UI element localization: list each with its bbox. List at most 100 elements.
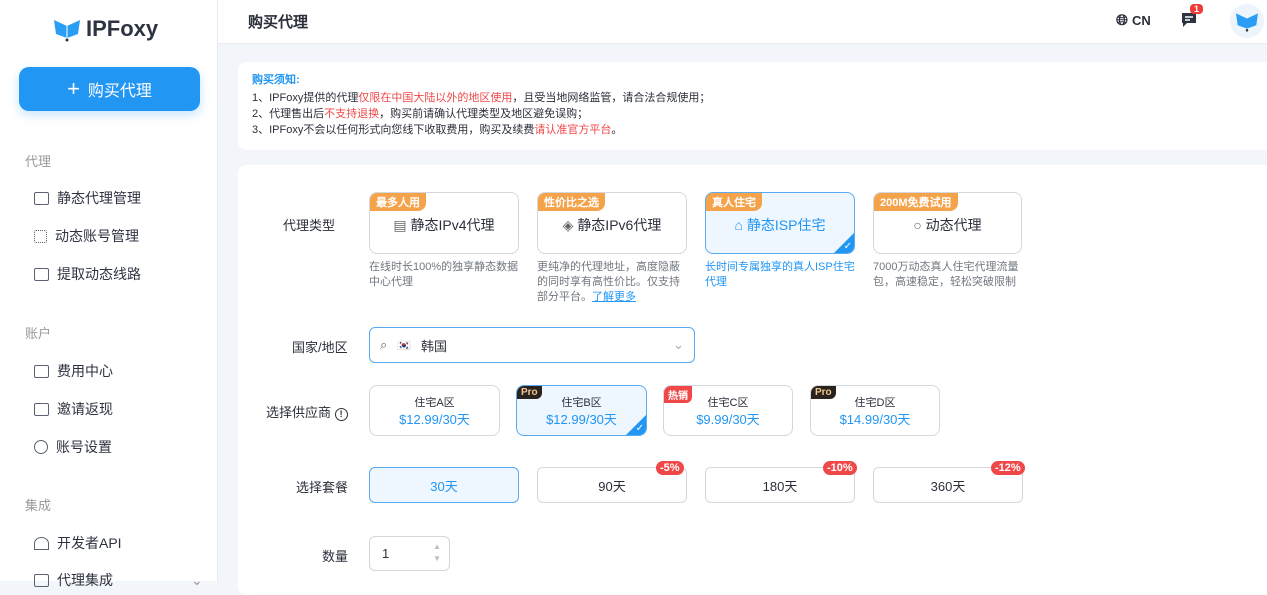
provider-c[interactable]: 热销 住宅C区 $9.99/30天 bbox=[663, 385, 793, 436]
notice-line-1: 1、IPFoxy提供的代理仅限在中国大陆以外的地区使用，且受当地网络监管，请合法… bbox=[252, 90, 1264, 106]
header: 购买代理 🌐︎ CN 1 bbox=[218, 0, 1267, 44]
country-select[interactable]: ⌕ 🇰🇷 韩国 ⌄ bbox=[369, 327, 695, 363]
provider-d[interactable]: Pro 住宅D区 $14.99/30天 bbox=[810, 385, 940, 436]
plan-30-days[interactable]: 30天 bbox=[369, 467, 519, 503]
integration-icon bbox=[34, 573, 49, 587]
provider-name: 住宅D区 bbox=[854, 397, 896, 409]
type-name: ○ 动态代理 bbox=[874, 215, 1021, 235]
t: 不支持退换 bbox=[324, 108, 380, 120]
nav-proxy-integration[interactable]: 代理集成 ⌄ bbox=[34, 570, 203, 590]
dollar-icon bbox=[34, 402, 49, 416]
stepper-arrows-icon[interactable]: ▲ ▼ bbox=[433, 541, 441, 565]
search-icon: ⌕ bbox=[380, 337, 388, 352]
type-name: ⌂ 静态ISP住宅 bbox=[706, 215, 854, 235]
type-tag: 真人住宅 bbox=[706, 193, 762, 211]
provider-price: $9.99/30天 bbox=[696, 412, 760, 427]
chevron-down-icon: ⌄ bbox=[191, 571, 203, 588]
nav-label: 静态代理管理 bbox=[57, 190, 141, 206]
card-icon bbox=[34, 364, 49, 378]
type-tag: 最多人用 bbox=[370, 193, 426, 211]
type-desc: 7000万动态真人住宅代理流量包，高速稳定，轻松突破限制 bbox=[873, 261, 1019, 288]
t: 静态ISP住宅 bbox=[746, 217, 826, 233]
t: ，且受当地网络监管，请合法合规使用； bbox=[512, 92, 711, 104]
notice-line-2: 2、代理售出后不支持退换，购买前请确认代理类型及地区避免误购； bbox=[252, 106, 1264, 122]
discount-badge: -12% bbox=[991, 461, 1025, 475]
t: 1、IPFoxy提供的代理 bbox=[252, 92, 359, 104]
proxy-type-label: 代理类型 bbox=[283, 218, 336, 233]
country-value: 韩国 bbox=[420, 338, 447, 354]
type-card-dynamic[interactable]: 200M免费试用 ○ 动态代理 bbox=[873, 192, 1022, 254]
language-label: CN bbox=[1132, 13, 1151, 28]
nav-label: 动态账号管理 bbox=[55, 228, 139, 244]
nav-label: 账号设置 bbox=[56, 439, 112, 455]
t: 静态IPv4代理 bbox=[410, 217, 495, 233]
section-proxy: 代理 bbox=[25, 154, 52, 169]
user-icon bbox=[34, 440, 48, 454]
t: ，购买前请确认代理类型及地区避免误购； bbox=[379, 108, 589, 120]
discount-badge: -10% bbox=[823, 461, 857, 475]
type-desc: 在线时长100%的独享静态数据中心代理 bbox=[369, 261, 519, 288]
provider-name: 住宅C区 bbox=[707, 397, 749, 409]
nav-dynamic-account[interactable]: 动态账号管理 bbox=[34, 226, 139, 246]
fingerprint-icon bbox=[34, 536, 49, 550]
t: 3、IPFoxy不会以任何形式向您线下收取费用，购买及续费 bbox=[252, 124, 535, 136]
country-label: 国家/地区 bbox=[292, 340, 348, 355]
plan-label: 选择套餐 bbox=[296, 480, 349, 495]
purchase-notice: 购买须知: 1、IPFoxy提供的代理仅限在中国大陆以外的地区使用，且受当地网络… bbox=[238, 62, 1267, 150]
nav-label: 提取动态线路 bbox=[57, 266, 141, 282]
t: 仅限在中国大陆以外的地区使用 bbox=[358, 92, 513, 104]
nav-billing[interactable]: 费用中心 bbox=[34, 361, 113, 381]
buy-proxy-button[interactable]: + 购买代理 bbox=[19, 67, 200, 111]
section-integration: 集成 bbox=[25, 498, 52, 513]
page-title: 购买代理 bbox=[248, 14, 309, 31]
type-card-isp[interactable]: 真人住宅 ⌂ 静态ISP住宅 ✓ bbox=[705, 192, 855, 254]
check-icon: ✓ bbox=[635, 423, 644, 434]
notice-title: 购买须知: bbox=[252, 74, 300, 86]
nav-account-settings[interactable]: 账号设置 bbox=[34, 437, 112, 457]
logo[interactable]: IPFoxy bbox=[52, 16, 158, 42]
quantity-label: 数量 bbox=[322, 549, 349, 564]
section-account: 账户 bbox=[25, 326, 52, 341]
t: 动态代理 bbox=[925, 217, 982, 233]
nav-static-proxy[interactable]: 静态代理管理 bbox=[34, 188, 141, 208]
type-card-ipv4[interactable]: 最多人用 ▤ 静态IPv4代理 bbox=[369, 192, 519, 254]
message-button[interactable] bbox=[1180, 11, 1198, 34]
nav-label: 代理集成 bbox=[57, 572, 113, 588]
nav-label: 开发者API bbox=[57, 535, 122, 551]
monitor-icon bbox=[34, 191, 49, 205]
sidebar: IPFoxy + 购买代理 代理 静态代理管理 动态账号管理 提取动态线路 账户 … bbox=[0, 0, 218, 588]
type-tag: 性价比之选 bbox=[538, 193, 605, 211]
server-icon bbox=[34, 267, 49, 281]
nav-label: 邀请返现 bbox=[57, 401, 113, 417]
type-name: ▤ 静态IPv4代理 bbox=[370, 215, 518, 235]
provider-a[interactable]: 住宅A区 $12.99/30天 bbox=[369, 385, 500, 436]
type-tag: 200M免费试用 bbox=[874, 193, 958, 211]
logo-icon bbox=[54, 20, 80, 42]
t: 。 bbox=[611, 124, 623, 136]
chevron-down-icon: ⌄ bbox=[673, 337, 684, 352]
type-desc: 长时间专属独享的真人ISP住宅代理 bbox=[705, 261, 855, 288]
language-switch[interactable]: 🌐︎ CN bbox=[1116, 12, 1151, 29]
type-desc: 更纯净的代理地址，高度隐蔽的同时享有高性价比。仅支持部分平台。了解更多 bbox=[537, 260, 687, 305]
check-icon: ✓ bbox=[843, 241, 852, 252]
type-name: ◈ 静态IPv6代理 bbox=[538, 215, 686, 235]
t: 2、代理售出后 bbox=[252, 108, 325, 120]
avatar[interactable] bbox=[1230, 4, 1264, 38]
t: 静态IPv6代理 bbox=[577, 217, 662, 233]
provider-b[interactable]: Pro 住宅B区 $12.99/30天 ✓ bbox=[516, 385, 647, 436]
accounts-icon bbox=[34, 229, 47, 243]
discount-badge: -5% bbox=[656, 461, 684, 475]
nav-developer-api[interactable]: 开发者API bbox=[34, 533, 122, 553]
provider-name: 住宅B区 bbox=[561, 397, 602, 409]
avatar-logo-icon bbox=[1236, 13, 1258, 32]
nav-extract-lines[interactable]: 提取动态线路 bbox=[34, 264, 141, 284]
buy-proxy-label: 购买代理 bbox=[87, 83, 152, 100]
learn-more-link[interactable]: 了解更多 bbox=[592, 291, 636, 303]
t: 选择供应商 bbox=[266, 405, 332, 420]
quantity-stepper[interactable]: 1 ▲ ▼ bbox=[369, 536, 450, 571]
server-icon: ▤ bbox=[393, 217, 411, 233]
nav-referral[interactable]: 邀请返现 bbox=[34, 399, 113, 419]
info-icon[interactable]: ! bbox=[334, 408, 348, 421]
globe-icon: 🌐︎ bbox=[1116, 12, 1129, 29]
type-card-ipv6[interactable]: 性价比之选 ◈ 静态IPv6代理 bbox=[537, 192, 687, 254]
